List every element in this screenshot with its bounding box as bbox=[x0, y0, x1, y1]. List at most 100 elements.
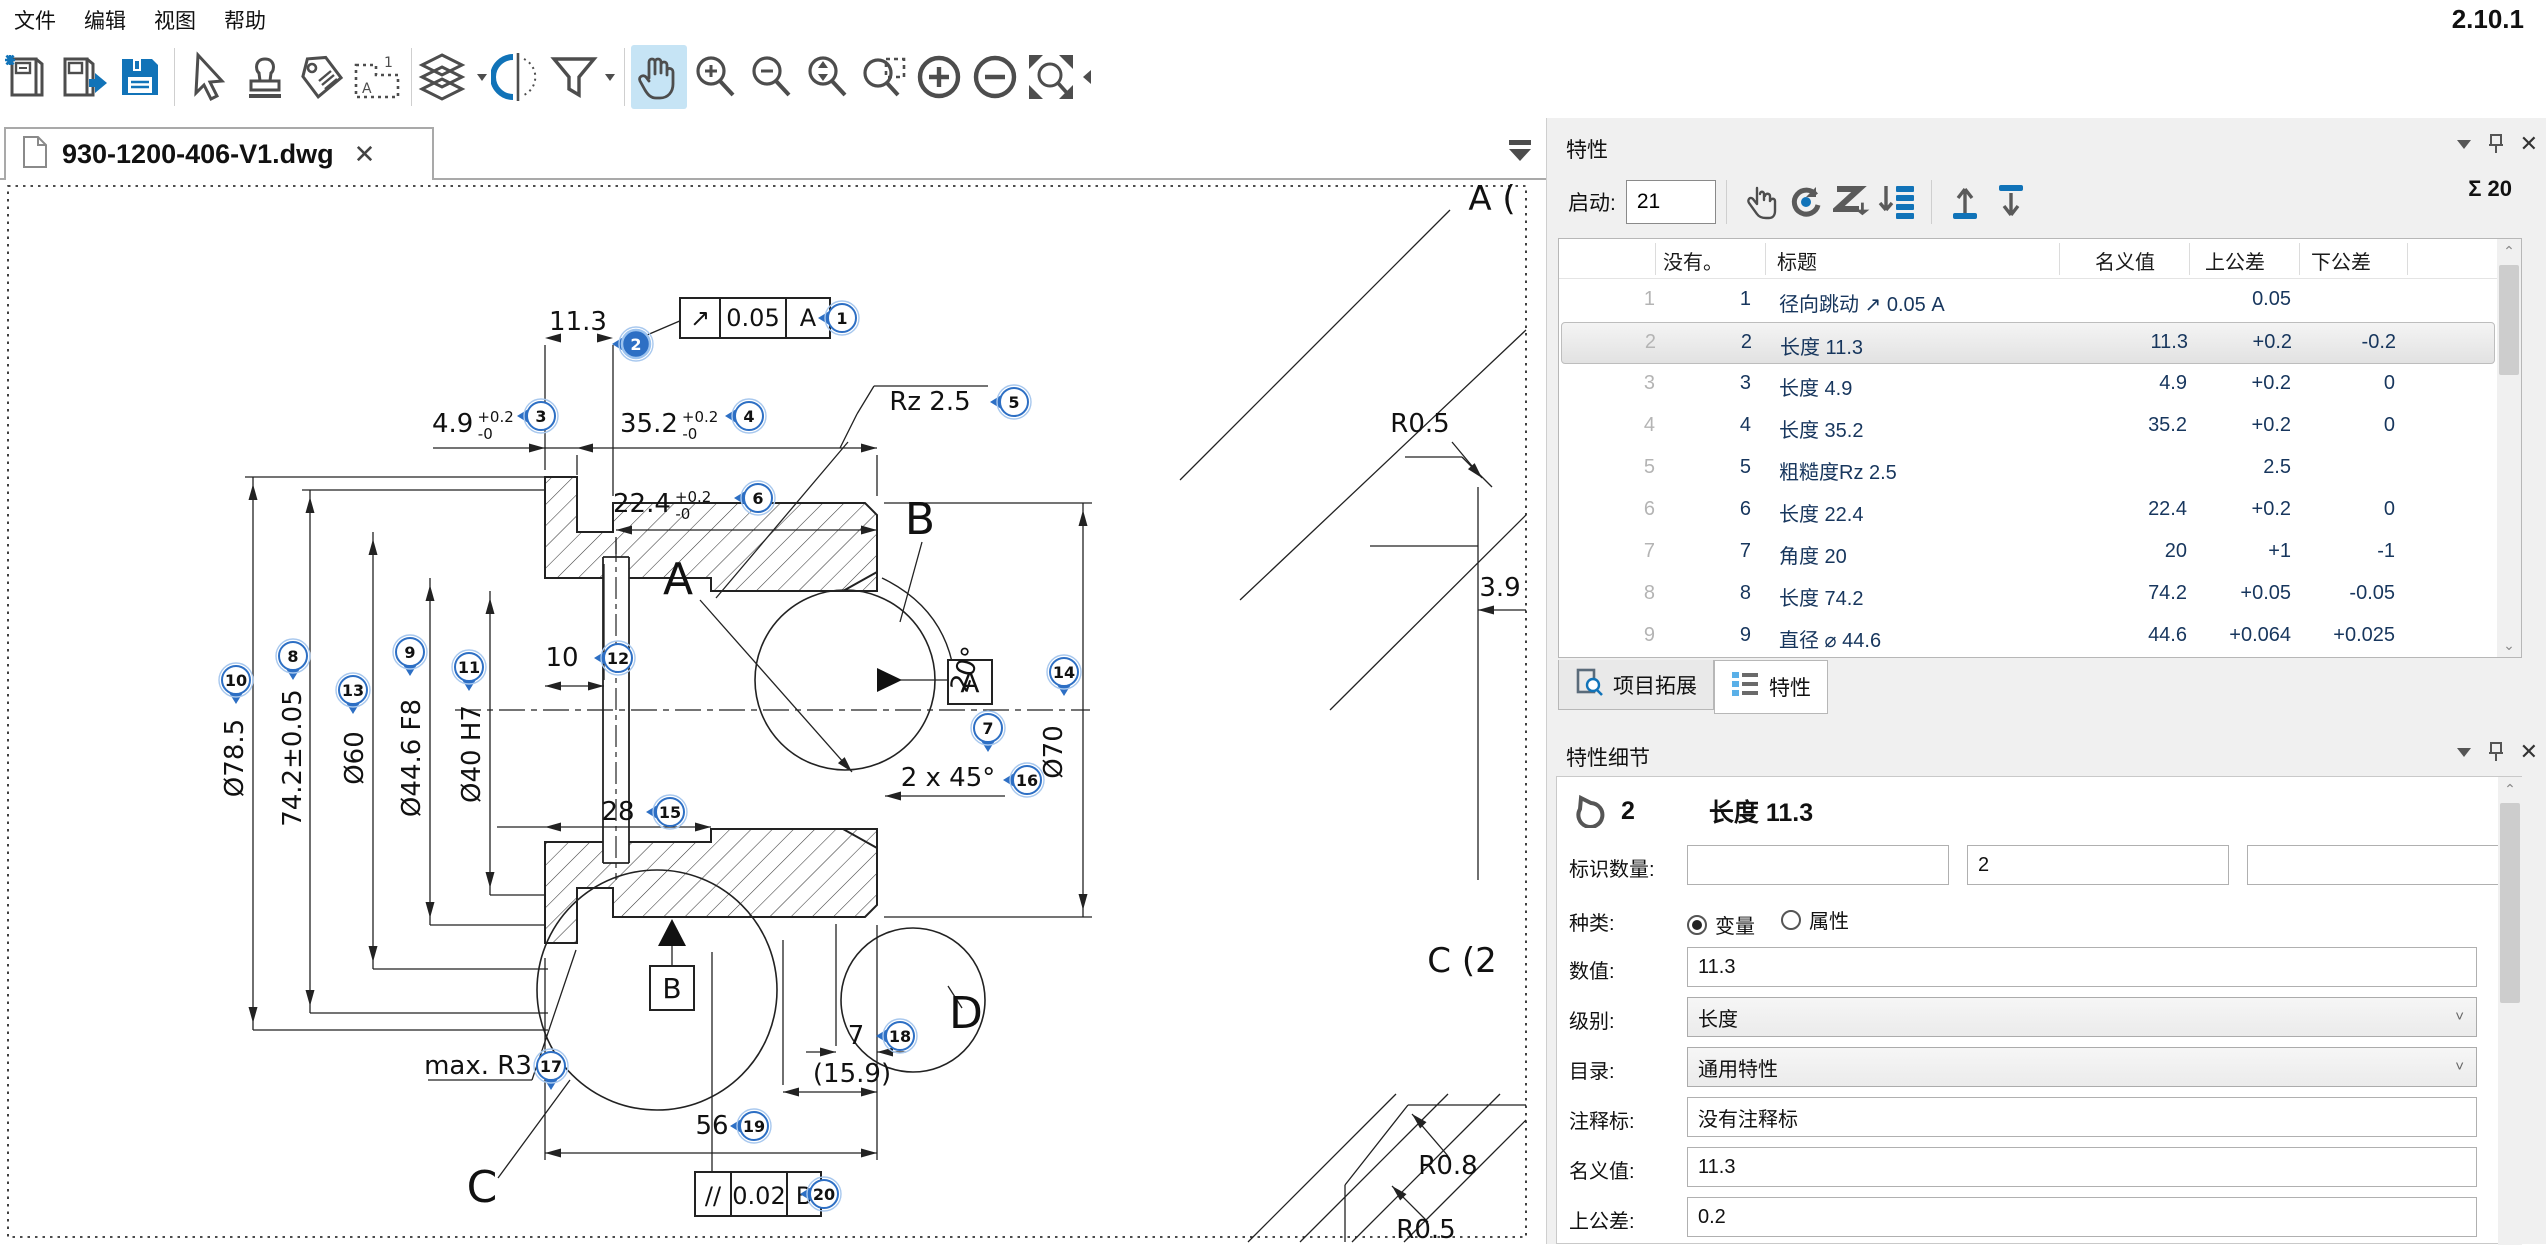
panel-tab-project-expand[interactable]: 项目拓展 bbox=[1558, 660, 1714, 710]
svg-text:7: 7 bbox=[982, 719, 993, 738]
tag-button[interactable] bbox=[293, 45, 349, 109]
zoom-window-button[interactable] bbox=[855, 45, 911, 109]
cell-lower-tol: 0 bbox=[2295, 414, 2395, 437]
cell-nominal: 4.9 bbox=[2071, 372, 2187, 395]
id-quantity-input-1[interactable]: 2 bbox=[1967, 845, 2229, 885]
column-header-lower[interactable]: 下公差 bbox=[2311, 246, 2371, 275]
toolbar-collapse-arrow[interactable] bbox=[1079, 45, 1095, 109]
auto-sequence-icon[interactable] bbox=[1829, 179, 1875, 225]
table-row[interactable]: 44长度 35.235.2+0.20 bbox=[1561, 406, 2495, 448]
menu-item-0[interactable]: 文件 bbox=[0, 0, 70, 35]
id-quantity-input-2[interactable] bbox=[2247, 845, 2509, 885]
move-top-icon[interactable] bbox=[1942, 179, 1988, 225]
menu-item-3[interactable]: 帮助 bbox=[210, 0, 280, 35]
cell-upper-tol: +0.2 bbox=[2191, 414, 2291, 437]
menu-bar: 文件编辑视图帮助 bbox=[0, 0, 2546, 36]
balloon-17[interactable]: 17 bbox=[534, 1049, 568, 1090]
sort-list-icon[interactable] bbox=[1875, 179, 1921, 225]
stamp-button[interactable] bbox=[237, 45, 293, 109]
detail-item-number: 2 bbox=[1621, 797, 1635, 826]
pick-hand-icon[interactable] bbox=[1737, 179, 1783, 225]
pin-icon[interactable] bbox=[2488, 134, 2504, 154]
balloon-11[interactable]: 11 bbox=[452, 650, 486, 691]
zoom-fit-button[interactable] bbox=[1023, 45, 1079, 109]
column-header-no[interactable]: 没有。 bbox=[1663, 246, 1723, 275]
tab-list-menu-button[interactable] bbox=[1502, 136, 1538, 166]
mirror-button[interactable] bbox=[490, 45, 546, 109]
details-scrollbar[interactable]: ⌃ bbox=[2498, 777, 2522, 1245]
panel-tab-label: 项目拓展 bbox=[1613, 670, 1697, 700]
menu-item-1[interactable]: 编辑 bbox=[70, 0, 140, 35]
renumber-rotate-icon[interactable] bbox=[1783, 179, 1829, 225]
collapse-icon[interactable] bbox=[2456, 746, 2472, 758]
catalog-select[interactable]: 通用特性˅ bbox=[1687, 1047, 2477, 1087]
balloon-4[interactable]: 4 bbox=[725, 399, 766, 433]
cell-title: 径向跳动 ↗ 0.05 A bbox=[1779, 288, 1945, 317]
select-arrow-button[interactable] bbox=[181, 45, 237, 109]
balloon-13[interactable]: 13 bbox=[336, 673, 370, 714]
balloon-16[interactable]: 16 bbox=[1003, 763, 1044, 797]
table-row[interactable]: 11径向跳动 ↗ 0.05 A0.05 bbox=[1561, 280, 2495, 322]
balloon-3[interactable]: 3 bbox=[517, 399, 558, 433]
balloon-15[interactable]: 15 bbox=[646, 795, 687, 829]
table-scrollbar[interactable]: ⌃ ⌄ bbox=[2497, 239, 2521, 657]
column-header-upper[interactable]: 上公差 bbox=[2205, 246, 2265, 275]
nominal-input[interactable]: 11.3 bbox=[1687, 1147, 2477, 1187]
move-bottom-icon[interactable] bbox=[1988, 179, 2034, 225]
launch-count-input[interactable] bbox=[1626, 180, 1716, 224]
table-row[interactable]: 55粗糙度Rz 2.52.5 bbox=[1561, 448, 2495, 490]
document-tab[interactable]: 930-1200-406-V1.dwg ✕ bbox=[4, 127, 434, 180]
level-select[interactable]: 长度˅ bbox=[1687, 997, 2477, 1037]
filter-dropdown-caret[interactable] bbox=[602, 45, 618, 109]
table-row[interactable]: 66长度 22.422.4+0.20 bbox=[1561, 490, 2495, 532]
reduce-button[interactable] bbox=[967, 45, 1023, 109]
cell-upper-tol: +0.064 bbox=[2191, 624, 2291, 647]
column-header-title[interactable]: 标题 bbox=[1777, 246, 1817, 275]
menu-item-2[interactable]: 视图 bbox=[140, 0, 210, 35]
table-row[interactable]: 99直径 ⌀ 44.644.6+0.064+0.025 bbox=[1561, 616, 2495, 658]
balloon-14[interactable]: 14 bbox=[1047, 655, 1081, 696]
balloon-18[interactable]: 18 bbox=[876, 1019, 917, 1053]
cell-title: 粗糙度Rz 2.5 bbox=[1779, 456, 1897, 485]
value-input[interactable]: 11.3 bbox=[1687, 947, 2477, 987]
zoom-in-button[interactable] bbox=[687, 45, 743, 109]
table-row[interactable]: 22长度 11.311.3+0.2-0.2 bbox=[1561, 322, 2495, 364]
close-icon[interactable]: ✕ bbox=[2520, 138, 2538, 150]
table-row[interactable]: 33长度 4.94.9+0.20 bbox=[1561, 364, 2495, 406]
column-header-nominal[interactable]: 名义值 bbox=[2095, 246, 2155, 275]
document-tab-close-icon[interactable]: ✕ bbox=[354, 139, 376, 170]
save-button[interactable] bbox=[112, 45, 168, 109]
table-header: 没有。 标题 名义值 上公差 下公差 bbox=[1559, 239, 2497, 279]
balloon-2[interactable]: 2 bbox=[612, 327, 653, 361]
note-input[interactable]: 没有注释标 bbox=[1687, 1097, 2477, 1137]
open-document-button[interactable] bbox=[56, 45, 112, 109]
upper-tol-input[interactable]: 0.2 bbox=[1687, 1197, 2477, 1237]
layers-button[interactable] bbox=[418, 45, 474, 109]
table-row[interactable]: 77角度 2020+1-1 bbox=[1561, 532, 2495, 574]
table-row[interactable]: 88长度 74.274.2+0.05-0.05 bbox=[1561, 574, 2495, 616]
balloon-8[interactable]: 8 bbox=[276, 639, 310, 680]
close-icon[interactable]: ✕ bbox=[2520, 746, 2538, 758]
collapse-icon[interactable] bbox=[2456, 138, 2472, 150]
balloon-9[interactable]: 9 bbox=[393, 635, 427, 676]
filter-button[interactable] bbox=[546, 45, 602, 109]
id-quantity-input-0[interactable] bbox=[1687, 845, 1949, 885]
enlarge-button[interactable] bbox=[911, 45, 967, 109]
drawing-canvas[interactable]: AB↗0.05A//0.02B11.34.9+0.2-035.2+0.2-022… bbox=[0, 180, 1546, 1244]
balloon-5[interactable]: 5 bbox=[990, 385, 1031, 419]
zoom-out-button[interactable] bbox=[743, 45, 799, 109]
balloon-19[interactable]: 19 bbox=[730, 1109, 771, 1143]
balloon-7[interactable]: 7 bbox=[971, 711, 1005, 752]
zoom-dynamic-button[interactable] bbox=[799, 45, 855, 109]
balloon-10[interactable]: 10 bbox=[219, 663, 253, 704]
new-document-button[interactable] bbox=[0, 45, 56, 109]
panel-tab-characteristics[interactable]: 特性 bbox=[1714, 660, 1828, 714]
layers-dropdown-caret[interactable] bbox=[474, 45, 490, 109]
panel-splitter[interactable] bbox=[1546, 118, 1556, 1244]
pin-icon[interactable] bbox=[2488, 742, 2504, 762]
kind-radio-variable[interactable]: 变量 bbox=[1687, 910, 1755, 939]
kind-radio-attribute[interactable]: 属性 bbox=[1781, 905, 1849, 934]
pan-hand-button[interactable] bbox=[631, 45, 687, 109]
balloon-region-button[interactable]: 1A bbox=[349, 45, 405, 109]
document-tab-bar: 930-1200-406-V1.dwg ✕ bbox=[0, 118, 1546, 180]
